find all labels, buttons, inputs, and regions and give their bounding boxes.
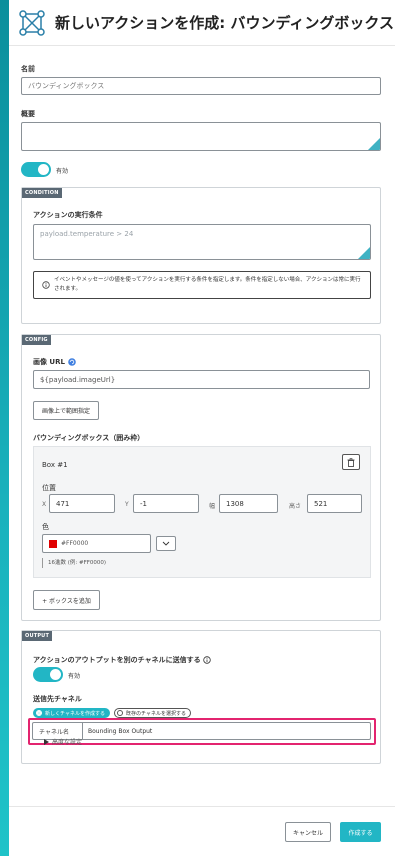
config-section: CONFIG 画像 URL ${payload.imageUrl} 画像上で範囲… xyxy=(21,334,381,621)
y-value: -1 xyxy=(140,499,147,508)
y-input[interactable]: -1 xyxy=(133,494,199,513)
advanced-settings-label: 高度な設定 xyxy=(52,739,83,746)
channel-label: 送信先チャネル xyxy=(33,695,82,703)
create-button[interactable]: 作成する xyxy=(340,822,381,842)
condition-label: アクションの実行条件 xyxy=(33,211,103,219)
color-hint: 16進数 (例: #FF0000) xyxy=(42,558,106,568)
image-url-input[interactable]: ${payload.imageUrl} xyxy=(33,370,370,389)
resize-handle[interactable] xyxy=(358,247,370,259)
width-label: 幅 xyxy=(209,503,216,510)
condition-info-text: イベントやメッセージの値を使ってアクションを実行する条件を指定します。条件を指定… xyxy=(54,277,361,292)
box-card: Box #1 位置 X 471 Y -1 幅 1308 高さ 521 色 #FF… xyxy=(33,446,371,578)
output-enabled-label: 有効 xyxy=(68,673,81,680)
config-tag: CONFIG xyxy=(22,335,51,345)
caret-right-icon xyxy=(44,738,49,745)
page-title: 新しいアクションを作成: バウンディングボックス xyxy=(55,14,394,32)
height-label: 高さ xyxy=(289,503,302,510)
condition-info-box: イベントやメッセージの値を使ってアクションを実行する条件を指定します。条件を指定… xyxy=(33,271,371,299)
advanced-settings-row[interactable]: 高度な設定 xyxy=(44,737,82,746)
page-header: 新しいアクションを作成: バウンディングボックス xyxy=(9,0,395,46)
image-url-label: 画像 URL xyxy=(33,358,65,366)
info-icon[interactable] xyxy=(202,656,211,664)
info-icon xyxy=(42,281,50,289)
condition-section: CONDITION アクションの実行条件 payload.temperature… xyxy=(21,187,381,324)
color-value: #FF0000 xyxy=(61,540,89,547)
x-input[interactable]: 471 xyxy=(49,494,115,513)
width-value: 1308 xyxy=(226,499,244,508)
image-url-label-row: 画像 URL xyxy=(33,357,76,367)
box-title: Box #1 xyxy=(42,461,68,469)
condition-placeholder: payload.temperature > 24 xyxy=(40,230,134,238)
channel-name-value: Bounding Box Output xyxy=(88,727,153,735)
send-label-row: アクションのアウトプットを別のチャネルに送信する xyxy=(33,655,211,665)
enabled-toggle[interactable] xyxy=(21,162,51,177)
cancel-button[interactable]: キャンセル xyxy=(285,822,331,842)
color-input[interactable]: #FF0000 xyxy=(42,534,151,553)
summary-textarea[interactable] xyxy=(21,122,381,151)
send-label: アクションのアウトプットを別のチャネルに送信する xyxy=(33,656,201,664)
app-side-bar xyxy=(0,0,9,856)
existing-channel-option[interactable]: 既存のチャネルを選択する xyxy=(114,708,191,718)
color-swatch xyxy=(49,539,57,548)
name-label: 名前 xyxy=(21,65,35,73)
output-enabled-toggle[interactable] xyxy=(33,667,63,682)
height-value: 521 xyxy=(314,499,328,508)
height-input[interactable]: 521 xyxy=(307,494,362,513)
select-area-button[interactable]: 画像上で範囲指定 xyxy=(33,401,99,420)
footer-divider xyxy=(9,806,395,807)
delete-box-button[interactable] xyxy=(342,454,360,470)
bbox-label: バウンディングボックス（囲み枠） xyxy=(33,434,145,442)
add-box-button[interactable]: + ボックスを追加 xyxy=(33,590,100,610)
name-input-value: バウンディングボックス xyxy=(28,82,105,90)
chevron-down-icon xyxy=(162,541,170,546)
width-input[interactable]: 1308 xyxy=(219,494,278,513)
x-label: X xyxy=(42,501,47,508)
enabled-label: 有効 xyxy=(56,168,69,175)
new-channel-option-label: 新しくチャネルを作成する xyxy=(45,710,105,717)
refresh-icon[interactable] xyxy=(68,358,76,366)
image-url-value: ${payload.imageUrl} xyxy=(40,375,116,384)
condition-textarea[interactable]: payload.temperature > 24 xyxy=(33,224,371,260)
position-label: 位置 xyxy=(42,484,56,492)
trash-icon xyxy=(347,457,355,467)
condition-tag: CONDITION xyxy=(22,188,62,198)
output-tag: OUTPUT xyxy=(22,631,53,641)
color-label: 色 xyxy=(42,523,49,531)
color-picker-button[interactable] xyxy=(156,536,176,551)
name-input[interactable]: バウンディングボックス xyxy=(21,77,381,95)
bounding-box-icon xyxy=(19,9,45,36)
radio-icon xyxy=(117,710,123,716)
x-value: 471 xyxy=(56,499,70,508)
resize-handle[interactable] xyxy=(368,138,380,150)
y-label: Y xyxy=(125,501,129,508)
existing-channel-option-label: 既存のチャネルを選択する xyxy=(126,710,186,717)
new-channel-option[interactable]: 新しくチャネルを作成する xyxy=(33,708,110,718)
channel-name-field[interactable]: チャネル名 Bounding Box Output xyxy=(32,722,371,740)
radio-icon xyxy=(36,710,42,716)
output-section: OUTPUT アクションのアウトプットを別のチャネルに送信する 有効 送信先チャ… xyxy=(21,630,381,764)
summary-label: 概要 xyxy=(21,110,35,118)
